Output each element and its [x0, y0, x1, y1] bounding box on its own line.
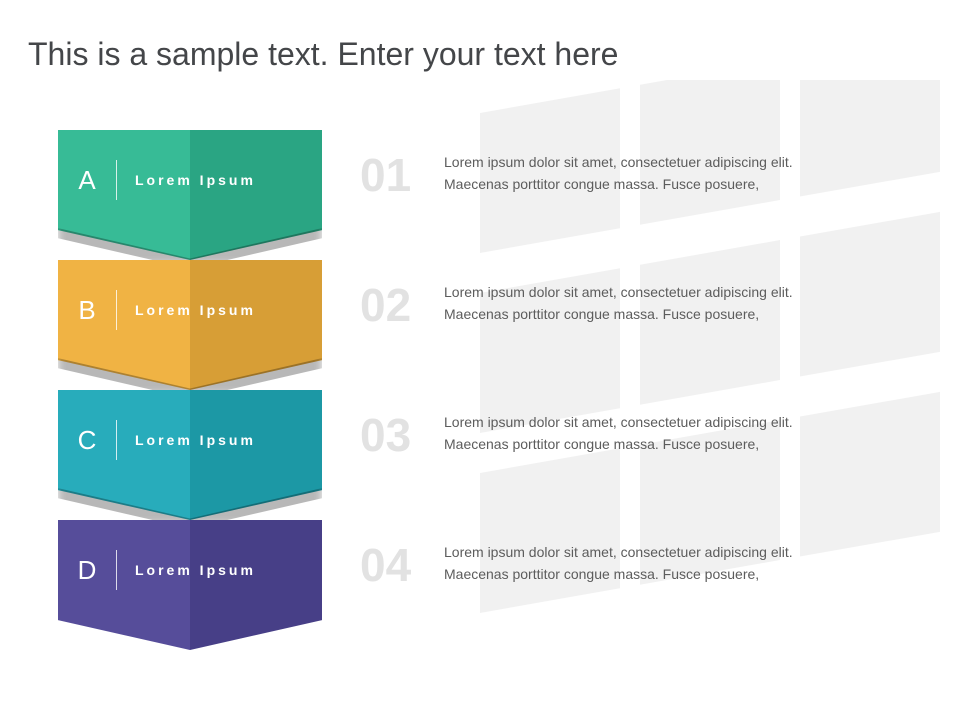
chevron-item-a: A Lorem Ipsum	[58, 130, 322, 236]
chevron-letter: D	[58, 555, 116, 586]
description-row: 02 Lorem ipsum dolor sit amet, consectet…	[360, 282, 900, 412]
step-number: 01	[360, 152, 444, 198]
chevron-item-d: D Lorem Ipsum	[58, 520, 322, 626]
chevron-item-c: C Lorem Ipsum	[58, 390, 322, 496]
chevron-label: Lorem Ipsum	[117, 432, 256, 448]
chevron-content: A Lorem Ipsum	[58, 150, 322, 210]
step-description: Lorem ipsum dolor sit amet, consectetuer…	[444, 412, 900, 455]
chevron-label: Lorem Ipsum	[117, 562, 256, 578]
chevron-label: Lorem Ipsum	[117, 172, 256, 188]
description-list: 01 Lorem ipsum dolor sit amet, consectet…	[360, 152, 900, 672]
chevron-content: B Lorem Ipsum	[58, 280, 322, 340]
step-number: 03	[360, 412, 444, 458]
page-title: This is a sample text. Enter your text h…	[28, 36, 618, 73]
chevron-letter: B	[58, 295, 116, 326]
step-number: 02	[360, 282, 444, 328]
step-description: Lorem ipsum dolor sit amet, consectetuer…	[444, 282, 900, 325]
step-description: Lorem ipsum dolor sit amet, consectetuer…	[444, 152, 900, 195]
chevron-item-b: B Lorem Ipsum	[58, 260, 322, 366]
description-row: 03 Lorem ipsum dolor sit amet, consectet…	[360, 412, 900, 542]
description-row: 01 Lorem ipsum dolor sit amet, consectet…	[360, 152, 900, 282]
chevron-label: Lorem Ipsum	[117, 302, 256, 318]
chevron-content: C Lorem Ipsum	[58, 410, 322, 470]
description-row: 04 Lorem ipsum dolor sit amet, consectet…	[360, 542, 900, 672]
chevron-letter: A	[58, 165, 116, 196]
step-number: 04	[360, 542, 444, 588]
step-description: Lorem ipsum dolor sit amet, consectetuer…	[444, 542, 900, 585]
chevron-list: A Lorem Ipsum B Lorem Ipsum C Lorem Ipsu…	[58, 130, 322, 650]
chevron-letter: C	[58, 425, 116, 456]
chevron-content: D Lorem Ipsum	[58, 540, 322, 600]
